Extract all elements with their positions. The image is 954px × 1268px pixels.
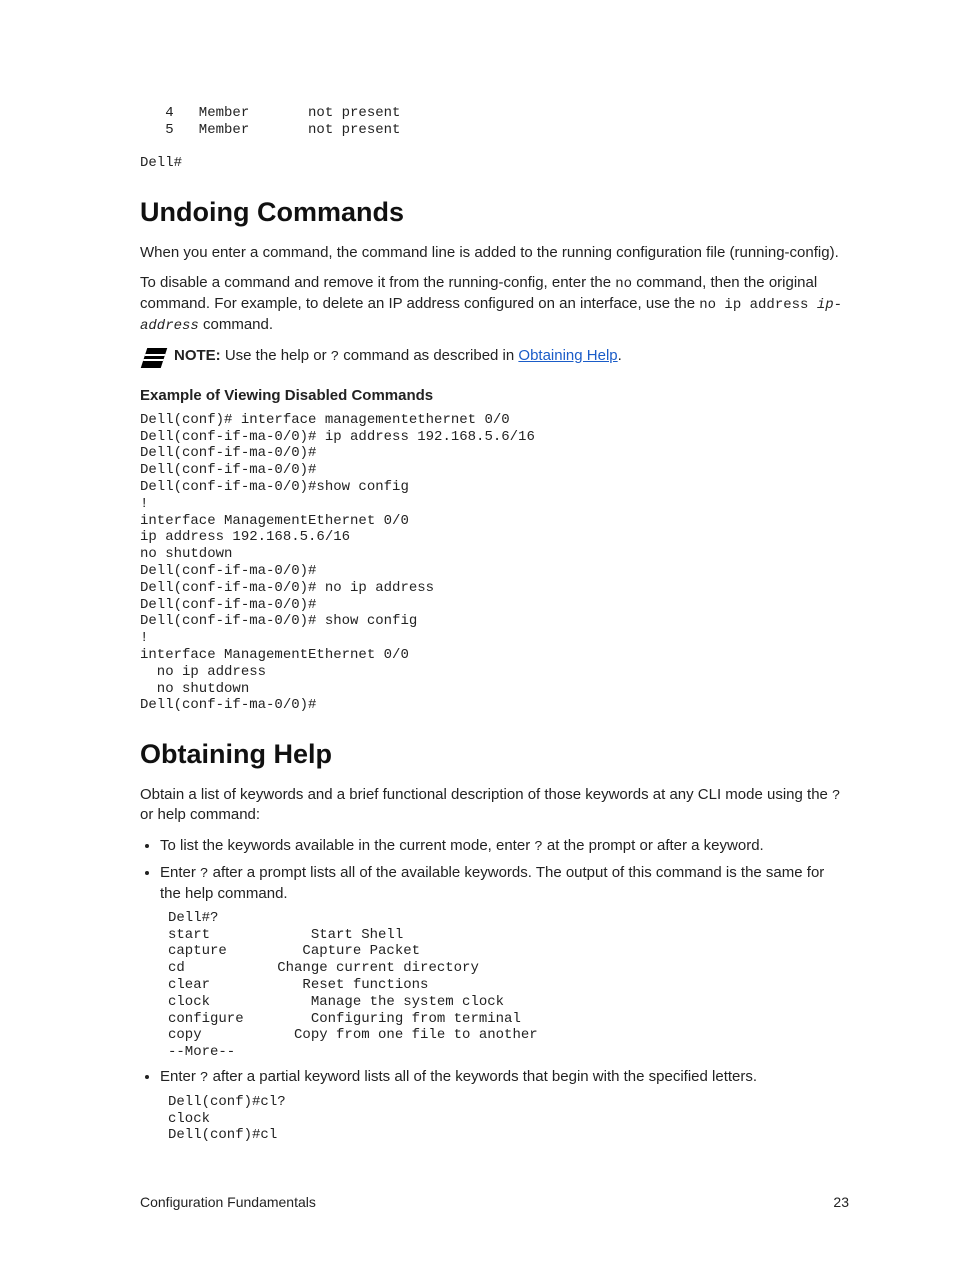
text: Use the help or <box>221 347 331 364</box>
paragraph: To disable a command and remove it from … <box>140 273 849 336</box>
note-icon-holder <box>140 346 174 368</box>
inline-code: ? <box>331 349 339 365</box>
text: at the prompt or after a keyword. <box>543 837 764 854</box>
list-item: Enter ? after a prompt lists all of the … <box>160 863 849 1061</box>
text: or help command: <box>140 806 260 823</box>
text: command. <box>199 316 273 333</box>
paragraph: When you enter a command, the command li… <box>140 243 849 263</box>
text: To disable a command and remove it from … <box>140 274 615 291</box>
text: Enter <box>160 1068 200 1085</box>
code-block-partial: Dell(conf)#cl? clock Dell(conf)#cl <box>168 1094 849 1144</box>
text: To list the keywords available in the cu… <box>160 837 534 854</box>
text: command as described in <box>339 347 518 364</box>
link-obtaining-help[interactable]: Obtaining Help <box>518 347 617 364</box>
page-footer: Configuration Fundamentals 23 <box>140 1193 849 1212</box>
note-label: NOTE: <box>174 347 221 364</box>
code-block-example: Dell(conf)# interface managementethernet… <box>140 412 849 714</box>
inline-code: ? <box>832 788 840 804</box>
inline-code: ? <box>534 839 542 855</box>
note: NOTE: Use the help or ? command as descr… <box>140 346 849 368</box>
footer-page-number: 23 <box>833 1193 849 1212</box>
list-item: Enter ? after a partial keyword lists al… <box>160 1067 849 1144</box>
text: Enter <box>160 864 200 881</box>
note-text: NOTE: Use the help or ? command as descr… <box>174 346 849 367</box>
text: after a prompt lists all of the availabl… <box>160 864 824 902</box>
heading-undoing-commands: Undoing Commands <box>140 194 849 230</box>
text: after a partial keyword lists all of the… <box>208 1068 757 1085</box>
text: Obtain a list of keywords and a brief fu… <box>140 786 832 803</box>
heading-obtaining-help: Obtaining Help <box>140 736 849 772</box>
code-block-help-list: Dell#? start Start Shell capture Capture… <box>168 910 849 1061</box>
bullet-list: To list the keywords available in the cu… <box>140 836 849 1144</box>
inline-code: no ip address <box>699 297 817 313</box>
inline-code: no <box>615 276 632 292</box>
page: 4 Member not present 5 Member not presen… <box>0 0 954 1268</box>
note-icon <box>141 348 167 368</box>
list-item: To list the keywords available in the cu… <box>160 836 849 857</box>
paragraph: Obtain a list of keywords and a brief fu… <box>140 785 849 826</box>
footer-section-title: Configuration Fundamentals <box>140 1193 316 1212</box>
subheading-example: Example of Viewing Disabled Commands <box>140 386 849 406</box>
code-block-top: 4 Member not present 5 Member not presen… <box>140 105 849 172</box>
text: . <box>618 347 622 364</box>
